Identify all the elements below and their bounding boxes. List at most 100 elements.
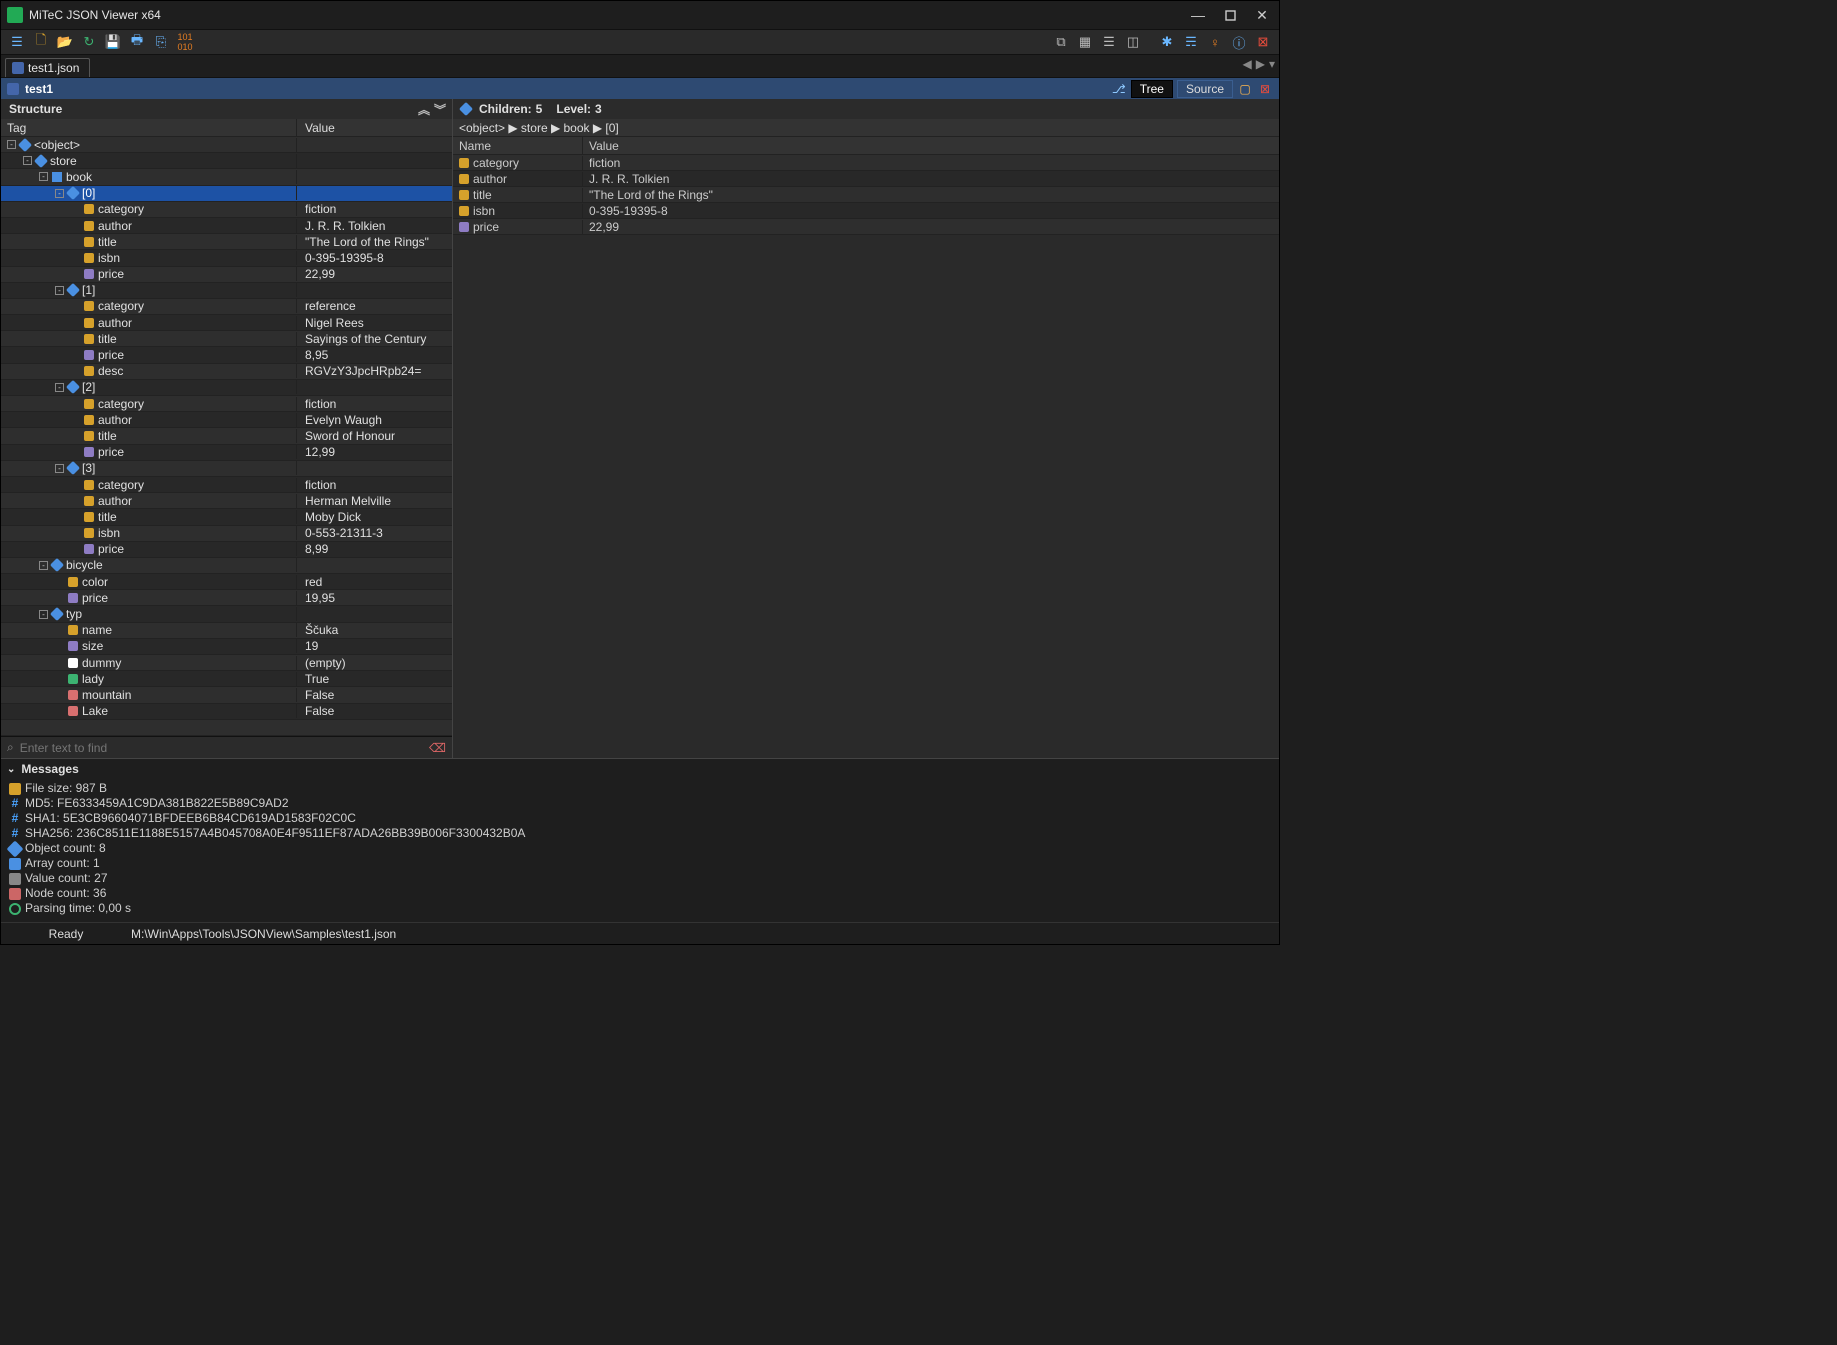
str-icon <box>459 206 469 216</box>
col-tag-header[interactable]: Tag <box>1 119 297 136</box>
tree-row[interactable]: -typ <box>1 606 452 622</box>
detail-row[interactable]: title"The Lord of the Rings" <box>453 187 1279 203</box>
tree-row[interactable]: title"The Lord of the Rings" <box>1 234 452 250</box>
list-button[interactable]: ☰ <box>1097 31 1121 53</box>
save-button[interactable]: 💾 <box>101 31 125 53</box>
exit-button[interactable]: ⊠ <box>1251 31 1275 53</box>
expand-toggle[interactable]: - <box>39 561 48 570</box>
tree-row[interactable]: categoryreference <box>1 299 452 315</box>
tree-tag: author <box>98 494 132 508</box>
tree-mode-button[interactable]: Tree <box>1131 80 1173 98</box>
find-input[interactable] <box>20 741 429 755</box>
structure-header: Structure ︽ ︾ <box>1 99 452 119</box>
tree-row[interactable]: -[2] <box>1 380 452 396</box>
tree-row[interactable]: -bicycle <box>1 558 452 574</box>
expand-toggle[interactable]: - <box>55 189 64 198</box>
detail-col-name[interactable]: Name <box>453 137 583 154</box>
expand-toggle[interactable]: - <box>55 464 64 473</box>
col-value-header[interactable]: Value <box>297 119 452 136</box>
tab-dropdown-button[interactable]: ▾ <box>1269 57 1275 71</box>
detail-pane: Children: 5 Level: 3 <object> ▶ store ▶ … <box>453 99 1279 758</box>
tab-prev-button[interactable]: ◀ <box>1243 57 1252 71</box>
menu-button[interactable]: ☰ <box>5 31 29 53</box>
new-file-button[interactable]: 🗋 <box>29 31 53 53</box>
structure-tree[interactable]: -<object>-store-book-[0]categoryfictiona… <box>1 137 452 736</box>
tree-row[interactable]: price19,95 <box>1 590 452 606</box>
help-button[interactable]: ♀ <box>1203 31 1227 53</box>
tree-row[interactable]: LakeFalse <box>1 704 452 720</box>
tree-row[interactable]: categoryfiction <box>1 477 452 493</box>
expand-toggle[interactable]: - <box>39 610 48 619</box>
info-button[interactable]: ⓘ <box>1227 31 1251 53</box>
messages-header[interactable]: ⌄ Messages <box>1 759 1279 779</box>
export-button[interactable]: ⎘ <box>149 31 173 53</box>
breadcrumb: <object> ▶ store ▶ book ▶ [0] <box>453 119 1279 137</box>
refresh-button[interactable]: ↻ <box>77 31 101 53</box>
tree-tag: color <box>82 575 108 589</box>
binary-button[interactable]: 101010 <box>173 31 197 53</box>
str-icon <box>68 625 78 635</box>
expand-toggle[interactable]: - <box>7 140 16 149</box>
detail-col-value[interactable]: Value <box>583 137 1279 154</box>
expand-toggle[interactable]: - <box>55 286 64 295</box>
close-button[interactable]: ✕ <box>1255 8 1269 22</box>
detail-row[interactable]: isbn0-395-19395-8 <box>453 203 1279 219</box>
tree-row[interactable]: size19 <box>1 639 452 655</box>
tree-row[interactable]: price22,99 <box>1 267 452 283</box>
copy-button[interactable]: ⧉ <box>1049 31 1073 53</box>
str-icon <box>84 221 94 231</box>
tree-row[interactable]: categoryfiction <box>1 396 452 412</box>
close-panel-button[interactable]: ⊠ <box>1257 82 1273 96</box>
maximize-panel-button[interactable]: ▢ <box>1237 82 1253 96</box>
tree-row[interactable]: titleMoby Dick <box>1 509 452 525</box>
collapse-all-button[interactable]: ︽ <box>418 101 430 118</box>
tree-row[interactable]: authorJ. R. R. Tolkien <box>1 218 452 234</box>
tree-row[interactable]: titleSword of Honour <box>1 428 452 444</box>
source-mode-button[interactable]: Source <box>1177 80 1233 98</box>
tree-row[interactable]: colorred <box>1 574 452 590</box>
open-folder-button[interactable]: 📂 <box>53 31 77 53</box>
tree-row[interactable]: authorNigel Rees <box>1 315 452 331</box>
maximize-button[interactable] <box>1223 8 1237 22</box>
expand-all-button[interactable]: ︾ <box>434 101 446 118</box>
tree-value: RGVzY3JpcHRpb24= <box>297 364 452 378</box>
hash-icon: # <box>9 826 21 841</box>
minimize-button[interactable]: — <box>1191 8 1205 22</box>
main-toolbar: ☰ 🗋 📂 ↻ 💾 🖶 ⎘ 101010 ⧉ ▦ ☰ ◫ ✱ ☴ ♀ ⓘ ⊠ <box>1 29 1279 55</box>
theme-button[interactable]: ✱ <box>1155 31 1179 53</box>
tree-row[interactable]: -store <box>1 153 452 169</box>
expand-toggle[interactable]: - <box>39 172 48 181</box>
tree-row[interactable]: price8,99 <box>1 542 452 558</box>
expand-toggle[interactable]: - <box>23 156 32 165</box>
detail-row[interactable]: categoryfiction <box>453 155 1279 171</box>
expand-toggle[interactable]: - <box>55 383 64 392</box>
detail-row[interactable]: authorJ. R. R. Tolkien <box>453 171 1279 187</box>
tree-row[interactable]: titleSayings of the Century <box>1 331 452 347</box>
tab-next-button[interactable]: ▶ <box>1256 57 1265 71</box>
file-tab[interactable]: test1.json <box>5 58 90 77</box>
tree-row[interactable]: nameŠčuka <box>1 623 452 639</box>
columns-button[interactable]: ◫ <box>1121 31 1145 53</box>
detail-row[interactable]: price22,99 <box>453 219 1279 235</box>
tree-row[interactable]: price12,99 <box>1 445 452 461</box>
grid-button[interactable]: ▦ <box>1073 31 1097 53</box>
find-clear-button[interactable]: ⌫ <box>429 741 446 755</box>
tree-row[interactable]: isbn0-395-19395-8 <box>1 250 452 266</box>
tree-row[interactable]: ladyTrue <box>1 671 452 687</box>
tree-row[interactable]: isbn0-553-21311-3 <box>1 526 452 542</box>
tree-row[interactable]: -[1] <box>1 283 452 299</box>
settings-button[interactable]: ☴ <box>1179 31 1203 53</box>
tree-row[interactable]: -<object> <box>1 137 452 153</box>
tree-row[interactable]: categoryfiction <box>1 202 452 218</box>
tree-row[interactable]: dummy(empty) <box>1 655 452 671</box>
print-button[interactable]: 🖶 <box>125 31 149 53</box>
tree-row[interactable]: price8,95 <box>1 347 452 363</box>
tree-row[interactable]: -[0] <box>1 186 452 202</box>
tree-row[interactable]: -[3] <box>1 461 452 477</box>
tree-row[interactable]: mountainFalse <box>1 687 452 703</box>
tree-row[interactable]: authorEvelyn Waugh <box>1 412 452 428</box>
obj-icon <box>66 380 80 394</box>
tree-row[interactable]: authorHerman Melville <box>1 493 452 509</box>
tree-row[interactable]: descRGVzY3JpcHRpb24= <box>1 364 452 380</box>
tree-row[interactable]: -book <box>1 169 452 185</box>
